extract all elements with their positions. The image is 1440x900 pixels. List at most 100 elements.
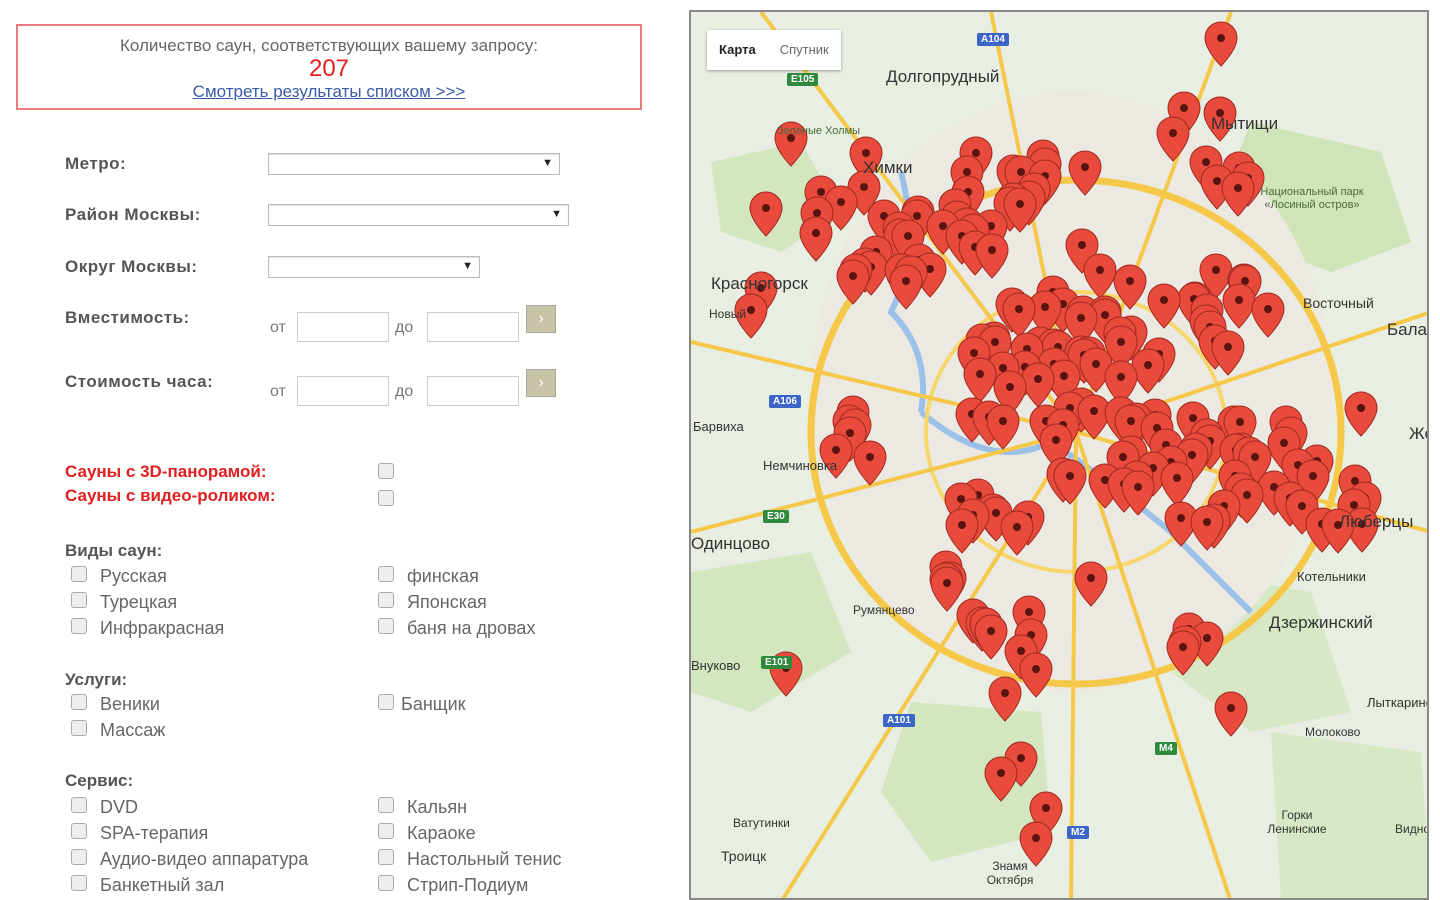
view-list-link[interactable]: Смотреть результаты списком >>>	[18, 82, 640, 102]
map-place-label: Троицк	[721, 848, 767, 864]
filter-panel: Количество саун, соответствующих вашему …	[0, 0, 680, 900]
map-type-satellite-button[interactable]: Спутник	[768, 30, 841, 70]
service-label: Массаж	[100, 720, 166, 740]
price-to-input[interactable]	[427, 376, 519, 406]
map-place-label: Новый	[709, 307, 747, 321]
facility-label: Стрип-Подиум	[407, 875, 529, 895]
map-place-label: Балашиха	[1387, 320, 1427, 339]
map-place-label: Видное	[1395, 822, 1427, 836]
map-place-label: Долгопрудный	[886, 67, 1000, 86]
map-pin-icon[interactable]	[1204, 21, 1238, 67]
map-place-label: Красногорск	[711, 274, 808, 293]
map-type-control[interactable]: Карта Спутник	[707, 30, 841, 70]
sauna-type-checkbox[interactable]	[378, 618, 394, 634]
map-place-label: Немчиновка	[763, 458, 838, 473]
map-pin-icon[interactable]	[1344, 391, 1378, 437]
road-badge: A104	[977, 33, 1009, 46]
facility-label: SPA-терапия	[100, 823, 209, 843]
facility-checkbox[interactable]	[378, 875, 394, 891]
capacity-from-label: от	[270, 319, 286, 336]
facility-label: Караоке	[407, 823, 476, 843]
map-place-label: Зеленые Холмы	[777, 125, 861, 137]
map-place-label: Молоково	[1305, 725, 1361, 739]
facility-checkbox[interactable]	[378, 823, 394, 839]
capacity-label: Вместимость:	[65, 308, 190, 327]
district-select[interactable]: ▼	[268, 204, 569, 226]
price-from-input[interactable]	[297, 376, 389, 406]
facilities-title: Сервис:	[65, 771, 134, 790]
map-canvas[interactable]	[691, 12, 1429, 900]
sauna-type-checkbox[interactable]	[71, 566, 87, 582]
metro-label: Метро:	[65, 154, 127, 173]
capacity-to-label: до	[395, 319, 414, 336]
sauna-types-title: Виды саун:	[65, 541, 163, 560]
price-apply-button[interactable]: ›	[526, 369, 556, 397]
facility-label: DVD	[100, 797, 139, 817]
capacity-from-input[interactable]	[297, 312, 389, 342]
district-label: Район Москвы:	[65, 205, 201, 224]
map-place-label: Люберцы	[1339, 512, 1414, 531]
map-place-label: Барвиха	[693, 419, 744, 434]
facility-checkbox[interactable]	[378, 797, 394, 813]
map-pin-icon[interactable]	[1214, 691, 1248, 737]
map-place-label: Национальный парк «Лосиный остров»	[1260, 186, 1364, 211]
facility-label: Кальян	[407, 797, 468, 817]
facility-checkbox[interactable]	[378, 849, 394, 865]
sauna-type-checkbox[interactable]	[378, 592, 394, 608]
facility-label: Аудио-видео аппаратура	[100, 849, 309, 869]
facility-label: Банкетный зал	[100, 875, 225, 895]
park-area	[691, 552, 851, 712]
video-checkbox[interactable]	[378, 490, 394, 506]
sauna-type-label: Инфракрасная	[100, 618, 225, 638]
service-checkbox[interactable]	[71, 694, 87, 710]
map-place-label: Котельники	[1297, 569, 1366, 584]
road-badge: A101	[883, 714, 915, 727]
panorama-label: Сауны с 3D-панорамой:	[65, 462, 267, 481]
result-count: 207	[308, 55, 350, 82]
road-badge: A106	[769, 395, 801, 408]
map-view[interactable]: Карта Спутник Долгопрудный Мытищи Химки …	[689, 10, 1429, 900]
okrug-select[interactable]: ▼	[268, 256, 480, 278]
panorama-checkbox[interactable]	[378, 463, 394, 479]
sauna-type-checkbox[interactable]	[378, 566, 394, 582]
capacity-apply-button[interactable]: ›	[526, 305, 556, 333]
metro-select[interactable]: ▼	[268, 153, 560, 175]
map-place-label: Дзержинский	[1269, 613, 1373, 632]
sauna-type-label: финская	[407, 566, 479, 586]
facility-checkbox[interactable]	[71, 797, 87, 813]
map-place-label: Знамя Октября	[986, 859, 1034, 887]
road-badge: M4	[1155, 742, 1177, 755]
facility-checkbox[interactable]	[71, 823, 87, 839]
map-place-label: Румянцево	[853, 603, 915, 617]
facility-checkbox[interactable]	[71, 875, 87, 891]
sauna-type-label: Русская	[100, 566, 167, 586]
map-place-label: Лыткарино	[1367, 695, 1429, 710]
price-from-label: от	[270, 383, 286, 400]
service-label: Веники	[100, 694, 160, 714]
service-checkbox[interactable]	[71, 720, 87, 736]
video-label: Сауны с видео-роликом:	[65, 486, 276, 505]
sauna-type-checkbox[interactable]	[71, 618, 87, 634]
okrug-label: Округ Москвы:	[65, 257, 198, 276]
road-badge: E30	[763, 510, 789, 523]
chevron-down-icon: ▼	[551, 208, 562, 220]
capacity-to-input[interactable]	[427, 312, 519, 342]
map-place-label: Горки Ленинские	[1267, 808, 1327, 836]
map-pin-icon[interactable]	[799, 216, 833, 262]
sauna-type-label: баня на дровах	[407, 618, 536, 638]
facility-label: Настольный тенис	[407, 849, 562, 869]
service-label: Банщик	[401, 694, 466, 714]
map-type-map-button[interactable]: Карта	[707, 30, 768, 70]
facility-checkbox[interactable]	[71, 849, 87, 865]
road-badge: E101	[761, 656, 793, 669]
service-checkbox[interactable]	[378, 694, 394, 710]
sauna-type-label: Японская	[407, 592, 487, 612]
chevron-down-icon: ▼	[462, 260, 473, 272]
map-place-label: Железнодорожный	[1409, 424, 1427, 443]
price-label: Стоимость часа:	[65, 372, 214, 391]
chevron-down-icon: ▼	[542, 157, 553, 169]
road-badge: E105	[787, 73, 819, 86]
map-place-label: Мытищи	[1211, 114, 1279, 133]
sauna-type-label: Турецкая	[100, 592, 178, 612]
sauna-type-checkbox[interactable]	[71, 592, 87, 608]
